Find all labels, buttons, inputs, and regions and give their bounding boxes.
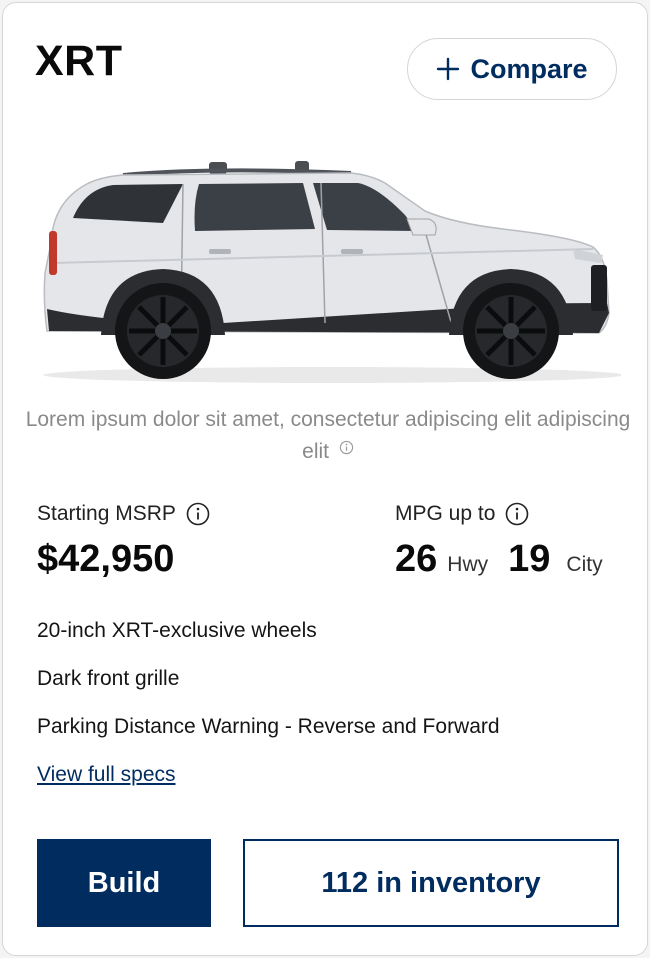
info-icon[interactable] <box>505 502 529 526</box>
mpg-city-value: 19 <box>508 538 551 580</box>
info-icon[interactable] <box>186 502 210 526</box>
mpg-label: MPG up to <box>395 502 529 526</box>
mpg-label-text: MPG up to <box>395 502 496 525</box>
msrp-label-text: Starting MSRP <box>37 502 176 525</box>
compare-button[interactable]: Compare <box>407 38 617 100</box>
plus-icon <box>437 57 460 81</box>
feature-item: 20-inch XRT-exclusive wheels <box>37 619 317 642</box>
inventory-button[interactable]: 112 in inventory <box>243 839 619 927</box>
msrp-price: $42,950 <box>37 538 175 580</box>
feature-item: Parking Distance Warning - Reverse and F… <box>37 715 500 738</box>
build-button[interactable]: Build <box>37 839 211 927</box>
feature-item: Dark front grille <box>37 667 180 690</box>
mpg-values: 26 Hwy 19 City <box>395 538 603 581</box>
trim-card: XRT Compare Lorem ipsum dolor sit amet, … <box>2 2 648 956</box>
mpg-highway-unit: Hwy <box>447 553 489 576</box>
tagline-text: Lorem ipsum dolor sit amet, consectetur … <box>25 408 631 463</box>
trim-name: XRT <box>35 37 123 85</box>
tagline: Lorem ipsum dolor sit amet, consectetur … <box>23 404 633 468</box>
compare-label: Compare <box>470 53 588 84</box>
vehicle-image <box>33 153 621 385</box>
info-icon[interactable] <box>339 440 354 455</box>
msrp-label: Starting MSRP <box>37 502 210 526</box>
mpg-highway-value: 26 <box>395 538 438 580</box>
mpg-city-unit: City <box>566 553 603 576</box>
view-full-specs-link[interactable]: View full specs <box>37 763 176 787</box>
suv-side-view-image <box>43 161 621 383</box>
